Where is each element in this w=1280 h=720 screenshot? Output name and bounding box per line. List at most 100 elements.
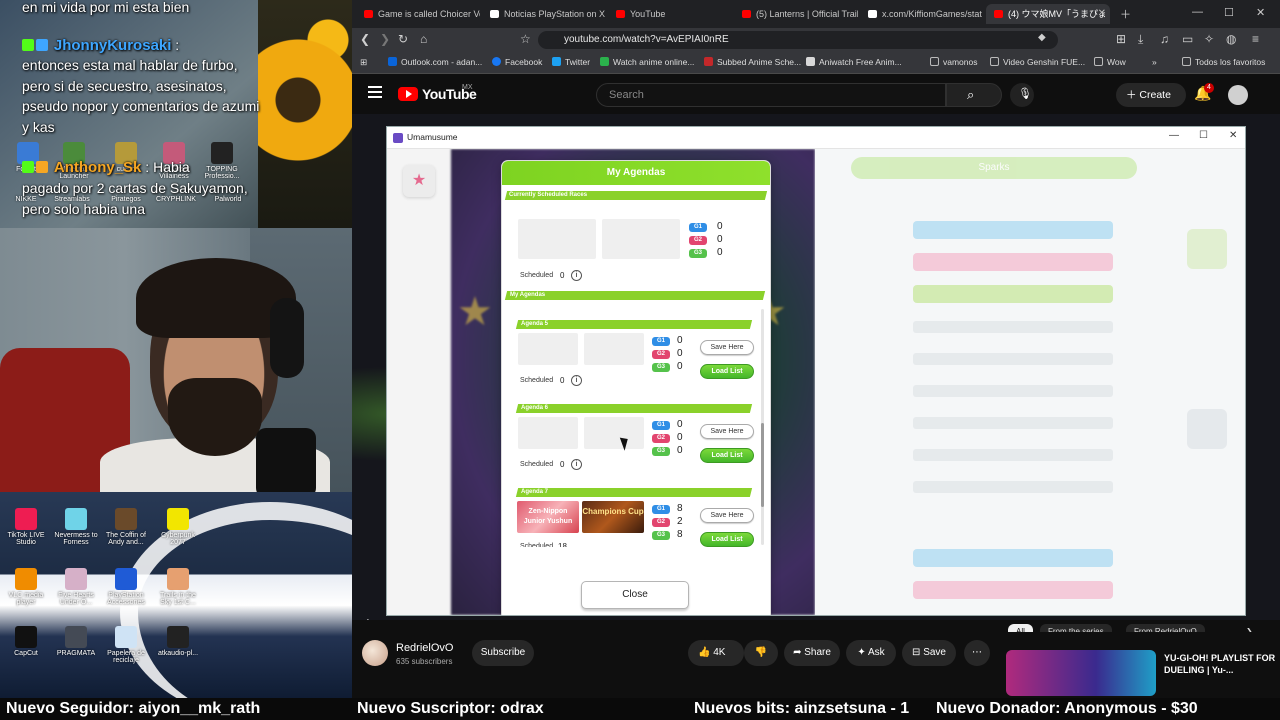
desktop-icon-nevermess[interactable]: Nevermess to Forness	[54, 508, 98, 546]
bookmark-folder-wow[interactable]: Wow	[1094, 57, 1126, 67]
search-button[interactable]: ⌕	[946, 83, 1002, 107]
close-tab-icon[interactable]: ✕	[1098, 4, 1106, 24]
home-icon[interactable]: ⌂	[420, 32, 427, 46]
bookmark-twitter[interactable]: Twitter	[552, 57, 590, 67]
close-window-icon[interactable]: ✕	[1256, 6, 1265, 19]
chat-username: Anthony_Sk	[53, 159, 142, 176]
bookmark-folder-genshin[interactable]: Video Genshin FUE...	[990, 57, 1085, 67]
desktop-icon-five-hearts[interactable]: Five Hearts Under O...	[54, 568, 98, 606]
desktop-icon-recycle-bin[interactable]: Papelera de reciclaje	[104, 626, 148, 664]
pin-icon[interactable]: ★	[403, 165, 435, 197]
wallet-icon[interactable]: ◍	[1226, 32, 1236, 46]
maximize-window-icon[interactable]: ☐	[1199, 130, 1208, 141]
info-icon[interactable]: i	[571, 459, 582, 470]
url-input[interactable]: youtube.com/watch?v=AvEPIAI0nRE	[538, 31, 1058, 49]
dislike-button[interactable]: 👎	[744, 640, 778, 666]
chat-line: pero solo habia una	[22, 201, 145, 217]
download-icon[interactable]: ⤓	[1138, 32, 1143, 47]
tab-noticias-playstation[interactable]: Noticias PlayStation on X	[482, 4, 606, 24]
desktop-icon-pragmata[interactable]: PRAGMATA	[54, 626, 98, 657]
tab-youtube[interactable]: YouTube	[608, 4, 732, 24]
bookmark-facebook[interactable]: Facebook	[492, 57, 542, 67]
forward-icon[interactable]: ❯	[380, 32, 390, 46]
info-icon[interactable]: i	[571, 270, 582, 281]
reload-icon[interactable]: ↻	[398, 32, 408, 46]
load-list-button[interactable]: Load List	[700, 532, 754, 547]
grade-g1-badge: G1	[652, 421, 670, 430]
channel-name[interactable]: RedrielOvO	[396, 642, 453, 654]
close-button[interactable]: Close	[581, 581, 689, 609]
ask-button[interactable]: ✦ Ask	[846, 640, 896, 666]
desktop-icon-tiktok-live[interactable]: TikTok LIVE Studio	[4, 508, 48, 546]
apps-grid-icon[interactable]: ⊞	[360, 57, 367, 68]
search-input[interactable]: Search	[596, 83, 946, 107]
related-video-item[interactable]: YU-GI-OH! PLAYLIST FOR DUELING | Yu-...	[1006, 650, 1280, 696]
stream-alerts-ticker: Nuevo Seguidor: aiyon__mk_rath Nuevo Sus…	[0, 698, 1280, 720]
save-button[interactable]: ⊟ Save	[902, 640, 956, 666]
desktop-icon-cyberpunk[interactable]: Cyberpunk 2077	[156, 508, 200, 546]
agenda-scrollbar-thumb[interactable]	[761, 423, 764, 507]
scheduled-label: Scheduled	[520, 377, 554, 384]
music-icon[interactable]: ♫	[1160, 32, 1169, 46]
minimize-window-icon[interactable]: —	[1192, 6, 1203, 18]
info-icon[interactable]: i	[571, 375, 582, 386]
bookmark-icon[interactable]: ☆	[520, 32, 531, 46]
load-list-button[interactable]: Load List	[700, 448, 754, 463]
create-button[interactable]: ＋ Create	[1116, 83, 1186, 107]
tab-uma-musume-mv[interactable]: (4) ウマ娘MV「うまぴょ ✕	[986, 4, 1110, 24]
more-bookmarks-icon[interactable]: »	[1152, 57, 1157, 67]
back-icon[interactable]: ❮	[360, 32, 370, 46]
bookmark-watch-anime[interactable]: Watch anime online...	[600, 57, 694, 67]
close-window-icon[interactable]: ✕	[1229, 130, 1237, 141]
related-video-title[interactable]: YU-GI-OH! PLAYLIST FOR DUELING | Yu-...	[1164, 652, 1276, 676]
g1-count: 0	[677, 419, 683, 430]
related-video-thumbnail[interactable]	[1006, 650, 1156, 696]
brave-shield-icon[interactable]: ◆	[1038, 32, 1046, 43]
desktop-icon-coffin-andy[interactable]: The Coffin of Andy and...	[104, 508, 148, 546]
minimize-window-icon[interactable]: —	[1169, 130, 1179, 141]
save-here-button[interactable]: Save Here	[700, 340, 754, 355]
desktop-icon-playstation-accessories[interactable]: PlayStation Accessories	[104, 568, 148, 606]
account-avatar[interactable]	[1228, 85, 1248, 105]
save-here-button[interactable]: Save Here	[700, 424, 754, 439]
bookmark-subbed-anime[interactable]: Subbed Anime Sche...	[704, 57, 801, 67]
sparks-title: Sparks	[851, 157, 1137, 179]
hamburger-menu-icon[interactable]	[368, 86, 382, 98]
g3-count: 0	[717, 247, 723, 258]
desktop-icon-vlc[interactable]: VLC media player	[4, 568, 48, 606]
tab-game-choicer[interactable]: Game is called Choicer Vo	[356, 4, 480, 24]
game-window-titlebar: Umamusume — ☐ ✕	[387, 127, 1245, 149]
like-button[interactable]: 👍 4K	[688, 640, 744, 666]
maximize-window-icon[interactable]: ☐	[1224, 6, 1234, 19]
share-button[interactable]: ➦ Share	[784, 640, 840, 666]
desktop-icon-capcut[interactable]: CapCut	[4, 626, 48, 657]
tab-lanterns-trailer[interactable]: (5) Lanterns | Official Trail	[734, 4, 858, 24]
bookmark-all-favorites[interactable]: Todos los favoritos	[1182, 57, 1265, 67]
race-slot-empty	[518, 333, 578, 365]
subscribe-button[interactable]: Subscribe	[472, 640, 534, 666]
tab-kiffiom-games[interactable]: x.com/KiffiomGames/stat	[860, 4, 984, 24]
desktop-icon-topping[interactable]: TOPPING Professio...	[200, 142, 244, 180]
bookmark-outlook[interactable]: Outlook.com - adan...	[388, 57, 482, 67]
chat-line: pseudo nopor y comentarios de azumi	[22, 98, 260, 114]
leo-ai-icon[interactable]: ✧	[1204, 32, 1214, 46]
save-here-button[interactable]: Save Here	[700, 508, 754, 523]
desktop-icon-atkaudio[interactable]: atkaudio-pl...	[156, 626, 200, 657]
subscriber-count: 635 subscribers	[396, 657, 453, 666]
load-list-button[interactable]: Load List	[700, 364, 754, 379]
race-card-champions-cup: Champions Cup	[582, 501, 644, 533]
menu-icon[interactable]: ≡	[1252, 32, 1259, 46]
g3-count: 0	[677, 445, 683, 456]
voice-search-button[interactable]: 🎙	[1010, 83, 1034, 107]
bookmark-folder-vamonos[interactable]: vamonos	[930, 57, 978, 67]
bookmark-aniwatch[interactable]: Aniwatch Free Anim...	[806, 57, 902, 67]
tablet-icon[interactable]: ▭	[1182, 32, 1193, 46]
desktop-icon-trails-sky[interactable]: Trails in the Sky 1st C...	[156, 568, 200, 606]
youtube-logo-icon[interactable]	[398, 87, 418, 101]
webcam-person-beard	[168, 378, 262, 456]
more-actions-icon[interactable]: ⋯	[964, 640, 990, 666]
extensions-icon[interactable]: ⊞	[1116, 32, 1126, 46]
channel-avatar[interactable]	[362, 640, 388, 666]
video-player[interactable]: Umamusume — ☐ ✕ ★ ★ ★ Sparks	[352, 114, 1280, 620]
new-tab-icon[interactable]: ＋	[1120, 6, 1131, 22]
